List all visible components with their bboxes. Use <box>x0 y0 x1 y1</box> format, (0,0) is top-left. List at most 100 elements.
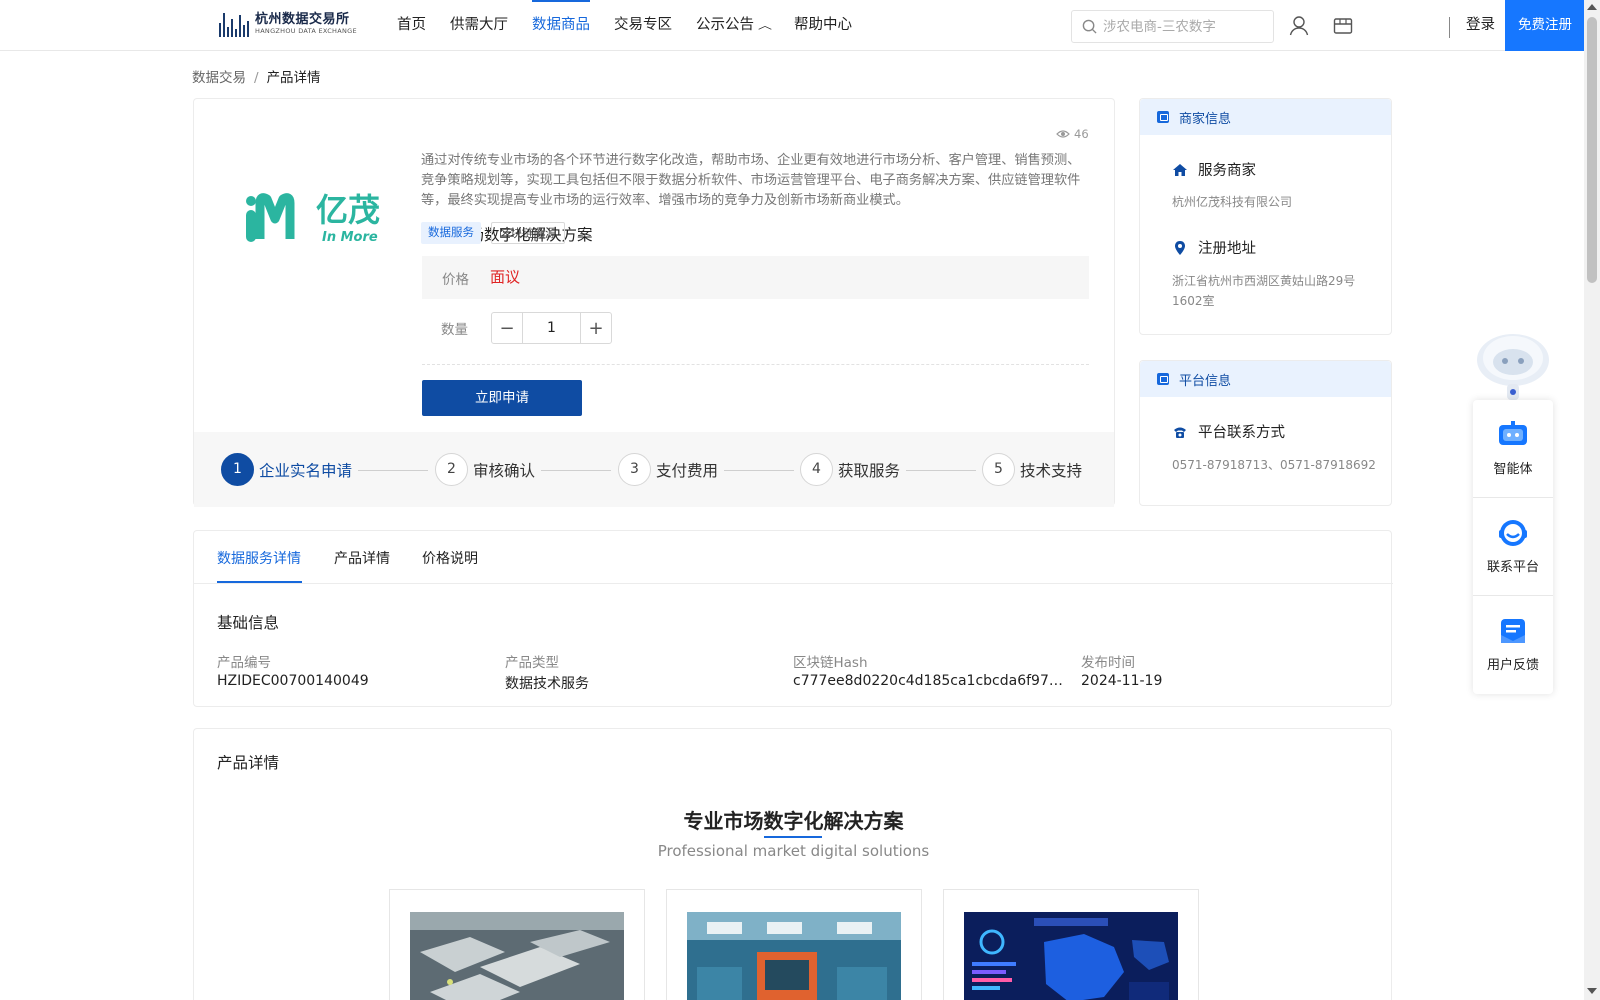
nav-help-center[interactable]: 帮助中心 <box>782 0 864 51</box>
tag-blockchain-trace[interactable]: 区块链溯源 <box>491 222 565 244</box>
breadcrumb-current: 产品详情 <box>266 70 321 86</box>
contact-platform-label: 联系平台 <box>1486 560 1539 575</box>
scroll-down-arrow-icon[interactable] <box>1587 988 1597 994</box>
step-4: 4 获取服务 <box>800 453 900 486</box>
user-icon[interactable] <box>1288 15 1310 37</box>
factory-floor-image <box>687 912 901 1000</box>
product-logo-cn: 亿茂 <box>316 191 380 229</box>
nav-trading-zone[interactable]: 交易专区 <box>602 0 684 51</box>
breadcrumb-separator: / <box>254 70 259 86</box>
top-nav-bar: 杭州数据交易所 HANGZHOU DATA EXCHANGE 首页 供需大厅 数… <box>0 0 1585 51</box>
platform-info-card: 平台信息 平台联系方式 0571-87918713、0571-87918692 <box>1139 360 1392 506</box>
step-3-number: 3 <box>618 453 651 486</box>
publish-date-value: 2024-11-19 <box>1081 673 1163 689</box>
platform-info-header: 平台信息 <box>1140 361 1391 397</box>
step-1: 1 企业实名申请 <box>221 453 352 486</box>
intro-image-card <box>943 889 1199 1000</box>
quantity-decrease-button[interactable]: − <box>492 313 523 343</box>
scrollbar-thumb[interactable] <box>1587 17 1597 283</box>
phone-icon <box>1174 427 1186 438</box>
breadcrumb-parent[interactable]: 数据交易 <box>192 70 246 86</box>
blockchain-hash-value: c777ee8d0220c4d185ca1cbcda6f97ce75... <box>793 673 1063 689</box>
contact-platform-button[interactable]: 联系平台 <box>1473 498 1553 595</box>
nav-supply-demand[interactable]: 供需大厅 <box>438 0 520 51</box>
logo-mark-icon <box>219 11 249 37</box>
step-connector <box>906 470 976 471</box>
location-pin-icon <box>1175 240 1185 255</box>
product-code-label: 产品编号 <box>217 655 271 671</box>
home-icon <box>1173 163 1187 176</box>
eye-icon <box>1056 130 1070 138</box>
service-details-card: 数据服务详情 产品详情 价格说明 基础信息 产品编号 HZIDEC0070014… <box>193 530 1393 707</box>
step-5: 5 技术支持 <box>982 453 1082 486</box>
intro-image-card <box>389 889 645 1000</box>
search-input[interactable] <box>1103 18 1263 35</box>
price-label: 价格 <box>442 272 469 288</box>
active-tab-indicator <box>217 581 302 583</box>
search-box[interactable] <box>1071 10 1274 43</box>
scroll-up-arrow-icon[interactable] <box>1587 4 1597 10</box>
chevron-up-icon: ︿ <box>758 21 772 32</box>
intro-heading: 专业市场数字化解决方案 <box>683 809 904 833</box>
user-feedback-button[interactable]: 用户反馈 <box>1473 596 1553 693</box>
logo-title: 杭州数据交易所 <box>255 12 350 28</box>
quantity-increase-button[interactable]: + <box>580 313 611 343</box>
step-4-label: 获取服务 <box>838 461 901 480</box>
quantity-input[interactable] <box>523 313 580 343</box>
registered-address-heading: 注册地址 <box>1172 237 1256 258</box>
nav-announcements[interactable]: 公示公告 ︿ <box>684 0 782 51</box>
nav-data-products[interactable]: 数据商品 <box>520 0 602 51</box>
service-merchant-heading: 服务商家 <box>1172 159 1256 180</box>
merchant-info-title: 商家信息 <box>1179 111 1232 127</box>
step-4-number: 4 <box>800 453 833 486</box>
registered-address-value: 浙江省杭州市西湖区黄姑山路29号1602室 <box>1172 274 1356 308</box>
floating-service-panel: 智能体 联系平台 用户反馈 <box>1473 400 1553 694</box>
platform-info-icon <box>1157 373 1169 385</box>
product-code-value: HZIDEC00700140049 <box>217 673 369 689</box>
assistant-robot-icon[interactable] <box>1474 324 1552 402</box>
headset-icon <box>1499 520 1527 546</box>
step-connector <box>541 470 611 471</box>
intro-image-card <box>666 889 922 1000</box>
tab-product-details[interactable]: 产品详情 <box>334 548 390 568</box>
login-link[interactable]: 登录 <box>1466 0 1495 51</box>
breadcrumb: 数据交易 / 产品详情 <box>192 66 321 86</box>
ai-agent-label: 智能体 <box>1493 462 1533 477</box>
nav-home[interactable]: 首页 <box>385 0 438 51</box>
dashed-divider <box>422 364 1089 365</box>
tab-service-details[interactable]: 数据服务详情 <box>217 548 301 568</box>
product-type-label: 产品类型 <box>505 655 559 671</box>
main-nav: 首页 供需大厅 数据商品 交易专区 公示公告 ︿ 帮助中心 <box>385 0 864 51</box>
merchant-info-header: 商家信息 <box>1140 99 1391 135</box>
platform-contact-label: 平台联系方式 <box>1198 425 1285 441</box>
tag-data-service[interactable]: 数据服务 <box>421 222 481 244</box>
step-5-label: 技术支持 <box>1020 461 1083 480</box>
step-3: 3 支付费用 <box>618 453 718 486</box>
step-1-label: 企业实名申请 <box>259 461 353 480</box>
step-2-number: 2 <box>435 453 468 486</box>
register-button[interactable]: 免费注册 <box>1505 0 1585 51</box>
product-details-title: 产品详情 <box>217 754 280 772</box>
publish-date-label: 发布时间 <box>1081 655 1135 671</box>
price-row: 价格 面议 <box>422 256 1089 299</box>
page-scrollbar[interactable] <box>1584 0 1600 1000</box>
view-count-value: 46 <box>1074 127 1089 141</box>
ai-agent-icon <box>1499 421 1527 445</box>
basic-info-title: 基础信息 <box>217 614 280 632</box>
industrial-park-image <box>410 912 624 1000</box>
step-2-label: 审核确认 <box>473 461 536 480</box>
store-icon[interactable] <box>1332 15 1354 37</box>
intro-heading-underline <box>764 836 822 838</box>
ai-agent-button[interactable]: 智能体 <box>1473 400 1553 497</box>
site-logo[interactable]: 杭州数据交易所 HANGZHOU DATA EXCHANGE <box>219 11 357 37</box>
logo-subtitle: HANGZHOU DATA EXCHANGE <box>255 27 357 36</box>
tab-price-description[interactable]: 价格说明 <box>422 548 478 568</box>
product-type-value: 数据技术服务 <box>505 676 589 692</box>
user-feedback-label: 用户反馈 <box>1486 658 1539 673</box>
data-dashboard-image <box>964 912 1178 1000</box>
details-tabs: 数据服务详情 产品详情 价格说明 <box>194 531 1393 584</box>
apply-now-button[interactable]: 立即申请 <box>422 380 582 416</box>
service-merchant-label: 服务商家 <box>1198 163 1256 179</box>
intro-subheading: Professional market digital solutions <box>657 842 930 860</box>
merchant-info-icon <box>1157 111 1169 123</box>
